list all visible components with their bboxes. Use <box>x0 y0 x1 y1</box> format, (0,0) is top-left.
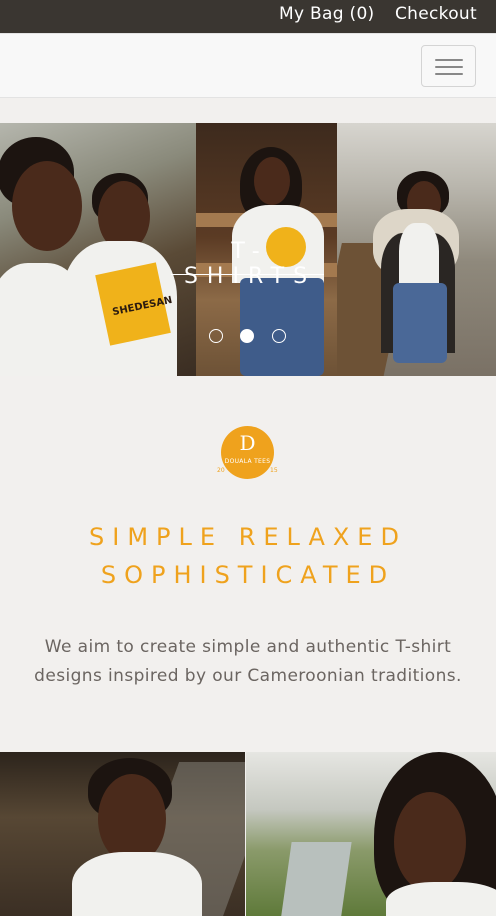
carousel-indicator-2[interactable] <box>240 329 254 343</box>
caption-underline <box>171 274 324 275</box>
top-bar: My Bag (0) Checkout <box>0 0 496 33</box>
gallery-photo-canal-woman[interactable] <box>246 752 496 916</box>
navbar <box>0 33 496 98</box>
brand-logo: D DOUALA TEES 20 15 <box>217 426 278 479</box>
logo-year-right: 15 <box>270 467 278 474</box>
hero-carousel[interactable]: SHEDESAN T-SHIRTS <box>0 123 496 376</box>
tagline-line-2: SOPHISTICATED <box>100 561 396 589</box>
carousel-caption: T-SHIRTS <box>183 239 317 289</box>
carousel-indicator-3[interactable] <box>272 329 286 343</box>
brand-description: We aim to create simple and authentic T-… <box>34 637 462 686</box>
tagline-line-1: SIMPLE RELAXED <box>89 523 407 551</box>
photo-gallery <box>0 752 496 916</box>
my-bag-link[interactable]: My Bag (0) <box>279 4 375 24</box>
gallery-photo-headband-woman[interactable] <box>0 752 245 916</box>
carousel-photo-bench-woman <box>337 123 496 376</box>
logo-letter: D <box>239 431 256 455</box>
carousel-photo-two-women: SHEDESAN <box>0 123 196 376</box>
logo-year-left: 20 <box>217 467 225 474</box>
hamburger-menu-icon[interactable] <box>421 45 476 87</box>
checkout-link[interactable]: Checkout <box>395 4 477 24</box>
logo-text: DOUALA TEES <box>224 458 271 465</box>
carousel-indicator-1[interactable] <box>209 329 223 343</box>
